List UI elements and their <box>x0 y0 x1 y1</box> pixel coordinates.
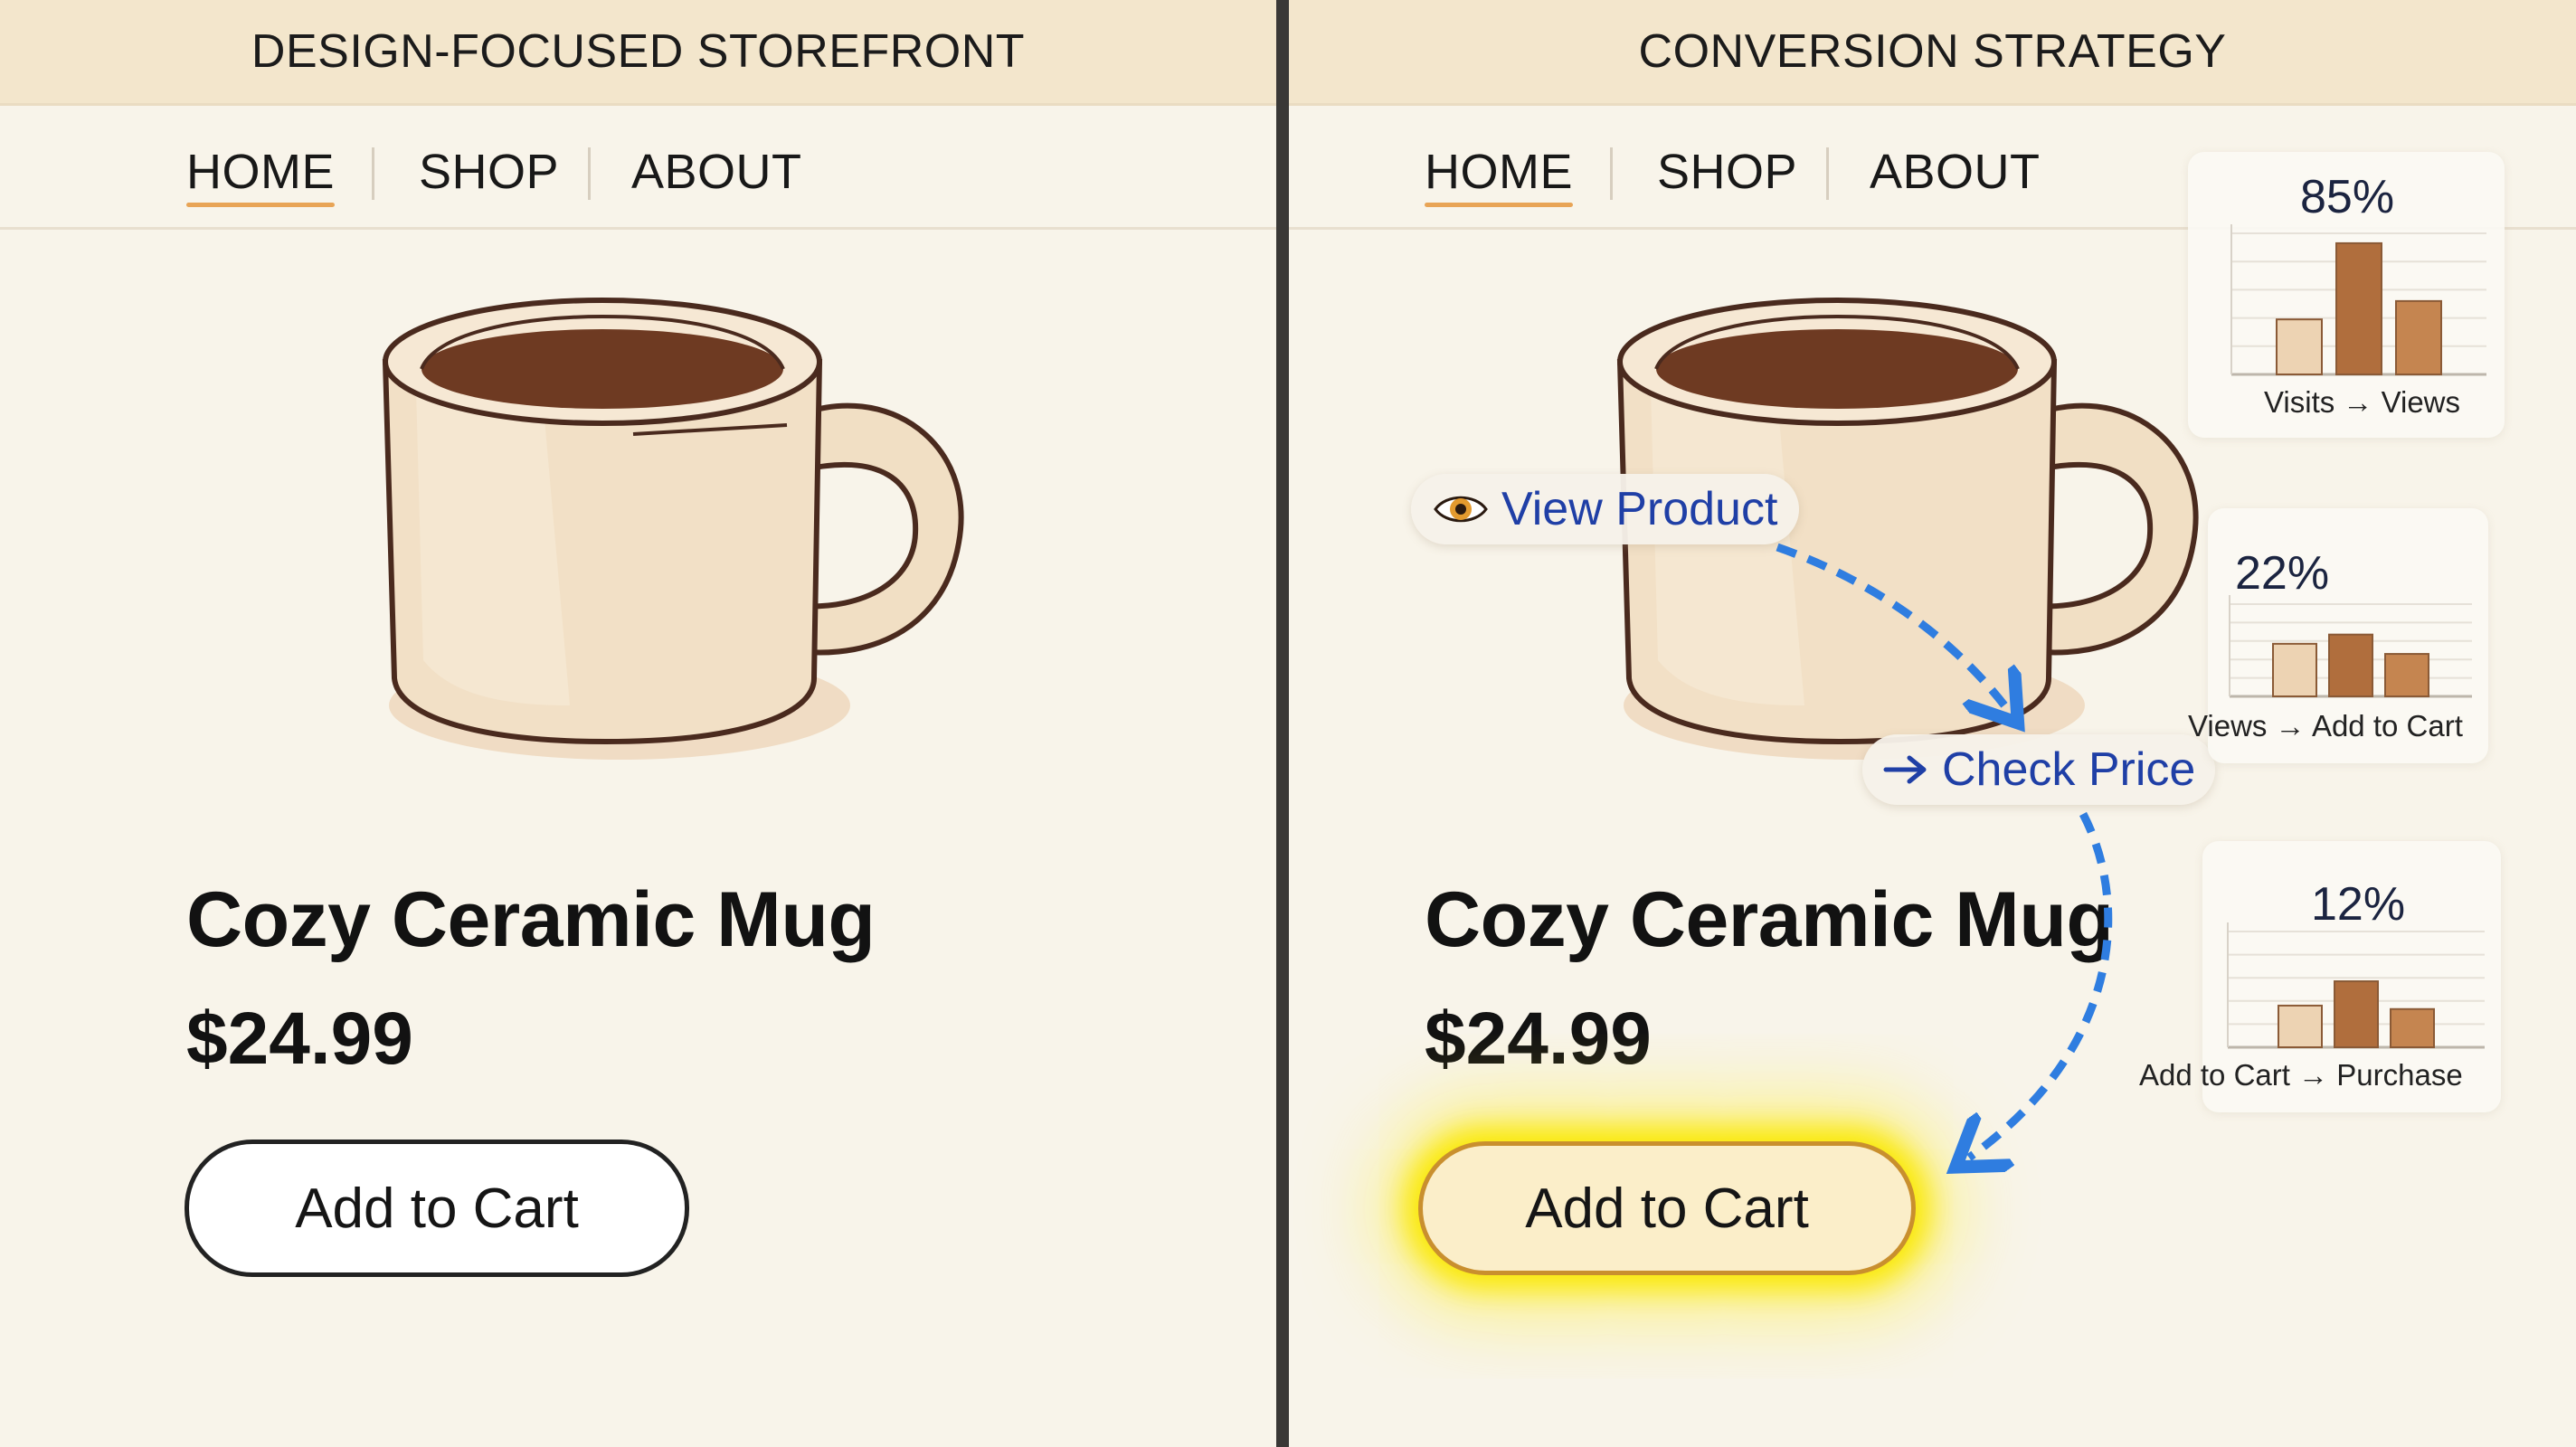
nav-divider <box>1610 147 1613 200</box>
nav-shop[interactable]: SHOP <box>419 144 559 200</box>
arrow-right-icon <box>1882 753 1929 786</box>
add-to-cart-button[interactable]: Add to Cart <box>185 1140 689 1277</box>
product-title: Cozy Ceramic Mug <box>1425 876 2114 963</box>
panel-header: DESIGN-FOCUSED STOREFRONT <box>0 0 1276 106</box>
product-price: $24.99 <box>186 998 413 1080</box>
journey-step-view-product: View Product <box>1411 474 1800 544</box>
funnel-card-cart-purchase: 12% Add to Cart → Purchase <box>2139 841 2501 1112</box>
flow-arrow-price-to-cart <box>1969 811 2113 1158</box>
design-storefront-panel: DESIGN-FOCUSED STOREFRONT HOME SHOP ABOU… <box>0 0 1276 1447</box>
funnel-bar-1 <box>2276 318 2323 376</box>
panel-title: CONVERSION STRATEGY <box>1638 25 2227 78</box>
funnel-bar-1 <box>2278 1004 2323 1048</box>
funnel-percent: 12% <box>2311 878 2406 931</box>
funnel-bar-2 <box>2335 241 2382 375</box>
nav-divider <box>1826 147 1829 200</box>
product-price: $24.99 <box>1425 998 1652 1080</box>
main-nav: HOME SHOP ABOUT <box>0 106 1276 230</box>
mug-coffee <box>421 329 783 409</box>
nav-about[interactable]: ABOUT <box>1870 144 2041 200</box>
funnel-card-visits-views: 85% Visits → Views <box>2188 152 2505 438</box>
panel-header: CONVERSION STRATEGY <box>1289 0 2576 106</box>
funnel-label: Add to Cart → Purchase <box>2139 1058 2463 1092</box>
funnel-label: Views → Add to Cart <box>2188 709 2463 742</box>
mug-product-image <box>382 298 964 760</box>
journey-step-check-price: Check Price <box>1862 734 2216 805</box>
funnel-bar-1 <box>2272 642 2317 697</box>
funnel-card-views-cart: 22% Views → Add to Cart <box>2188 508 2488 763</box>
product-title: Cozy Ceramic Mug <box>186 876 876 963</box>
funnel-bar-3 <box>2395 299 2442 376</box>
funnel-label: Visits → Views <box>2264 385 2461 419</box>
panel-title: DESIGN-FOCUSED STOREFRONT <box>251 25 1026 78</box>
journey-step-label: Check Price <box>1942 743 2196 796</box>
add-to-cart-button[interactable]: Add to Cart <box>1418 1141 1916 1275</box>
nav-home[interactable]: HOME <box>1425 144 1573 207</box>
funnel-percent: 22% <box>2235 547 2330 600</box>
nav-divider <box>372 147 374 200</box>
nav-shop[interactable]: SHOP <box>1657 144 1797 200</box>
eye-icon <box>1433 491 1489 527</box>
funnel-bar-3 <box>2384 653 2429 697</box>
add-to-cart-label: Add to Cart <box>1525 1177 1809 1240</box>
nav-home[interactable]: HOME <box>186 144 335 207</box>
journey-step-label: View Product <box>1501 483 1778 535</box>
nav-about[interactable]: ABOUT <box>631 144 802 200</box>
panel-divider <box>1276 0 1289 1447</box>
add-to-cart-label: Add to Cart <box>295 1177 579 1240</box>
conversion-strategy-panel: CONVERSION STRATEGY HOME SHOP ABOUT Cozy… <box>1289 0 2576 1447</box>
nav-divider <box>588 147 591 200</box>
funnel-bar-2 <box>2334 980 2379 1048</box>
funnel-bar-3 <box>2390 1007 2435 1048</box>
funnel-bar-2 <box>2328 633 2373 697</box>
mug-coffee <box>1656 329 2018 409</box>
funnel-percent: 85% <box>2300 171 2395 223</box>
